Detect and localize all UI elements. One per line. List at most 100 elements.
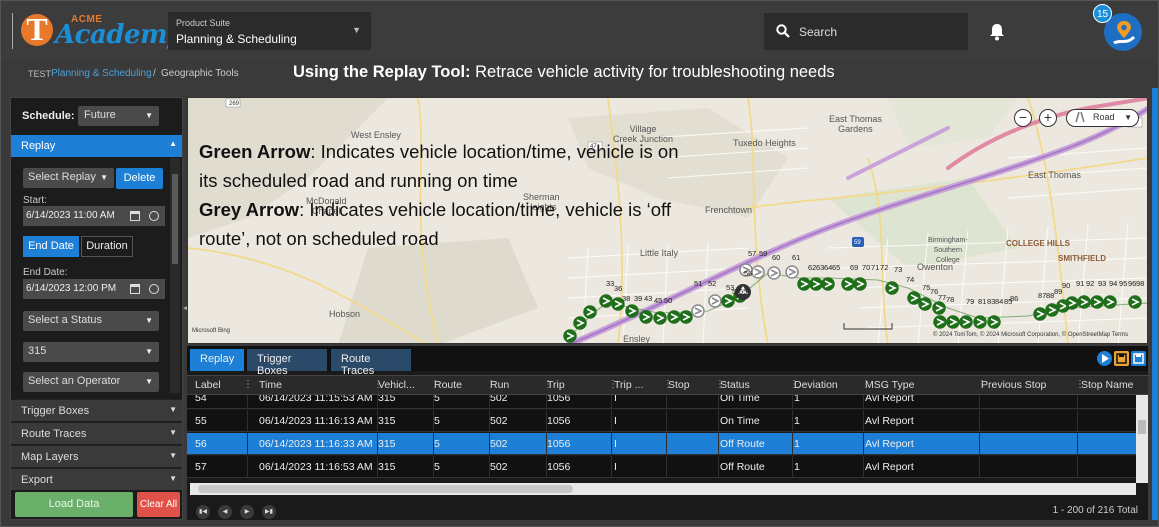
on-time-arrow-marker[interactable] [653,311,667,325]
search-input[interactable]: Search [799,25,837,39]
on-time-arrow-marker[interactable] [679,310,693,324]
end-datetime-input[interactable]: 6/14/2023 12:00 PM [23,279,165,299]
tab-trigger-boxes[interactable]: Trigger Boxes [247,349,327,377]
select-replay-dropdown[interactable]: Select Replay ▼ [23,168,114,188]
clear-all-button[interactable]: Clear All [137,492,180,517]
on-time-arrow-marker[interactable] [946,315,960,329]
column-header[interactable]: Vehicl... [378,379,415,391]
column-menu-icon[interactable]: ⋮ [373,379,383,390]
map-view[interactable]: 269 59 31 47 West Ensley Village Creek J… [187,97,1148,344]
column-menu-icon[interactable]: ⋮ [486,379,496,390]
route-select[interactable]: 315 ▼ [23,342,159,362]
column-menu-icon[interactable]: ⋮ [608,379,618,390]
on-time-arrow-marker[interactable] [933,315,947,329]
section-map-layers[interactable]: Map Layers ▼ [11,445,182,467]
column-header[interactable]: Deviation [794,379,838,391]
column-menu-icon[interactable]: ⋮ [715,379,725,390]
product-suite-select[interactable]: Product Suite Planning & Scheduling ▼ [168,12,371,50]
operator-select[interactable]: Select an Operator ▼ [23,372,159,392]
column-menu-icon[interactable]: ⋮ [977,379,987,390]
on-time-arrow-marker[interactable] [821,277,835,291]
column-menu-icon[interactable]: ⋮ [1075,379,1085,390]
on-time-arrow-marker[interactable] [973,315,987,329]
on-time-arrow-marker[interactable] [639,310,653,324]
schedule-select[interactable]: Future ▼ [78,106,159,126]
last-page-icon[interactable]: ▶▮ [262,505,276,519]
off-route-arrow-marker[interactable] [691,304,705,318]
off-route-arrow-marker[interactable] [767,266,781,280]
table-row[interactable]: 57 06/14/2023 11:16:53 AM 315 5 502 1056 I Off … [187,456,1136,478]
column-menu-icon[interactable]: ⋮ [861,379,871,390]
calendar-icon[interactable] [130,284,140,294]
on-time-arrow-marker[interactable] [625,304,639,318]
export-icon[interactable] [1114,351,1129,366]
on-time-arrow-marker[interactable] [1065,296,1079,310]
grid-vertical-thumb[interactable] [1138,420,1146,434]
off-route-arrow-marker[interactable] [751,265,765,279]
column-menu-icon[interactable]: ⋮ [663,379,673,390]
clock-icon[interactable] [149,211,159,221]
grid-vertical-scrollbar[interactable] [1136,395,1148,483]
zoom-out-button[interactable]: − [1014,109,1032,127]
column-header[interactable]: Label [195,379,221,391]
table-row[interactable]: 54 06/14/2023 11:15:53 AM 315 5 502 1056 I On T… [187,395,1136,409]
bell-icon[interactable] [989,23,1005,41]
start-datetime-input[interactable]: 6/14/2023 11:00 AM [23,206,165,226]
on-time-arrow-marker[interactable] [573,316,587,330]
delete-button[interactable]: Delete [116,168,163,189]
on-time-arrow-marker[interactable] [667,310,681,324]
column-menu-icon[interactable]: ⋮ [243,379,253,390]
on-time-arrow-marker[interactable] [885,281,899,295]
on-time-arrow-marker[interactable] [1045,303,1059,317]
on-time-arrow-marker[interactable] [1033,307,1047,321]
column-menu-icon[interactable]: ⋮ [543,379,553,390]
status-select[interactable]: Select a Status ▼ [23,311,159,331]
clock-icon[interactable] [149,284,159,294]
section-export[interactable]: Export ▼ [11,468,182,490]
on-time-arrow-marker[interactable] [563,329,577,343]
off-route-arrow-marker[interactable] [785,265,799,279]
column-menu-icon[interactable]: ⋮ [430,379,440,390]
table-row[interactable]: 56 06/14/2023 11:16:33 AM 315 5 502 1056 I Off … [187,433,1136,455]
panel-scroll-thumb[interactable] [172,174,178,264]
on-time-arrow-marker[interactable] [599,294,613,308]
on-time-arrow-marker[interactable] [841,277,855,291]
on-time-arrow-marker[interactable] [583,305,597,319]
on-time-arrow-marker[interactable] [1103,295,1117,309]
zoom-in-button[interactable]: + [1039,109,1057,127]
on-time-arrow-marker[interactable] [809,277,823,291]
on-time-arrow-marker[interactable] [918,297,932,311]
column-header[interactable]: Stop Name [1081,379,1134,391]
on-time-arrow-marker[interactable] [932,301,946,315]
load-data-button[interactable]: Load Data [15,492,133,517]
tab-replay[interactable]: Replay [190,349,244,371]
tab-end-date[interactable]: End Date [23,236,79,257]
prev-page-icon[interactable]: ◀ [218,505,232,519]
on-time-arrow-marker[interactable] [1090,295,1104,309]
next-page-icon[interactable]: ▶ [240,505,254,519]
tab-route-traces[interactable]: Route Traces [331,349,411,377]
on-time-arrow-marker[interactable] [987,315,1001,329]
column-header[interactable]: Previous Stop [981,379,1046,391]
grid-horizontal-thumb[interactable] [198,485,573,493]
first-page-icon[interactable]: ▮◀ [196,505,210,519]
section-trigger-boxes[interactable]: Trigger Boxes ▼ [11,399,182,421]
section-route-traces[interactable]: Route Traces ▼ [11,422,182,444]
table-row[interactable]: 55 06/14/2023 11:16:13 AM 315 5 502 1056 I On T… [187,410,1136,432]
on-time-arrow-marker[interactable] [853,277,867,291]
breadcrumb-link-suite[interactable]: Planning & Scheduling [51,68,152,79]
column-menu-icon[interactable]: ⋮ [789,379,799,390]
on-time-arrow-marker[interactable] [721,294,735,308]
on-time-arrow-marker[interactable] [907,291,921,305]
search-box[interactable]: Search [764,13,968,50]
tab-duration[interactable]: Duration [81,236,133,257]
save-icon[interactable] [1131,351,1146,366]
on-time-arrow-marker[interactable] [797,277,811,291]
calendar-icon[interactable] [130,211,140,221]
column-header[interactable]: Trip ... [614,379,643,391]
on-time-arrow-marker[interactable] [1128,295,1142,309]
off-route-arrow-marker[interactable] [708,294,722,308]
replay-section-header[interactable]: Replay ▲ [11,135,182,157]
on-time-arrow-marker[interactable] [1077,295,1091,309]
column-header[interactable]: MSG Type [865,379,914,391]
